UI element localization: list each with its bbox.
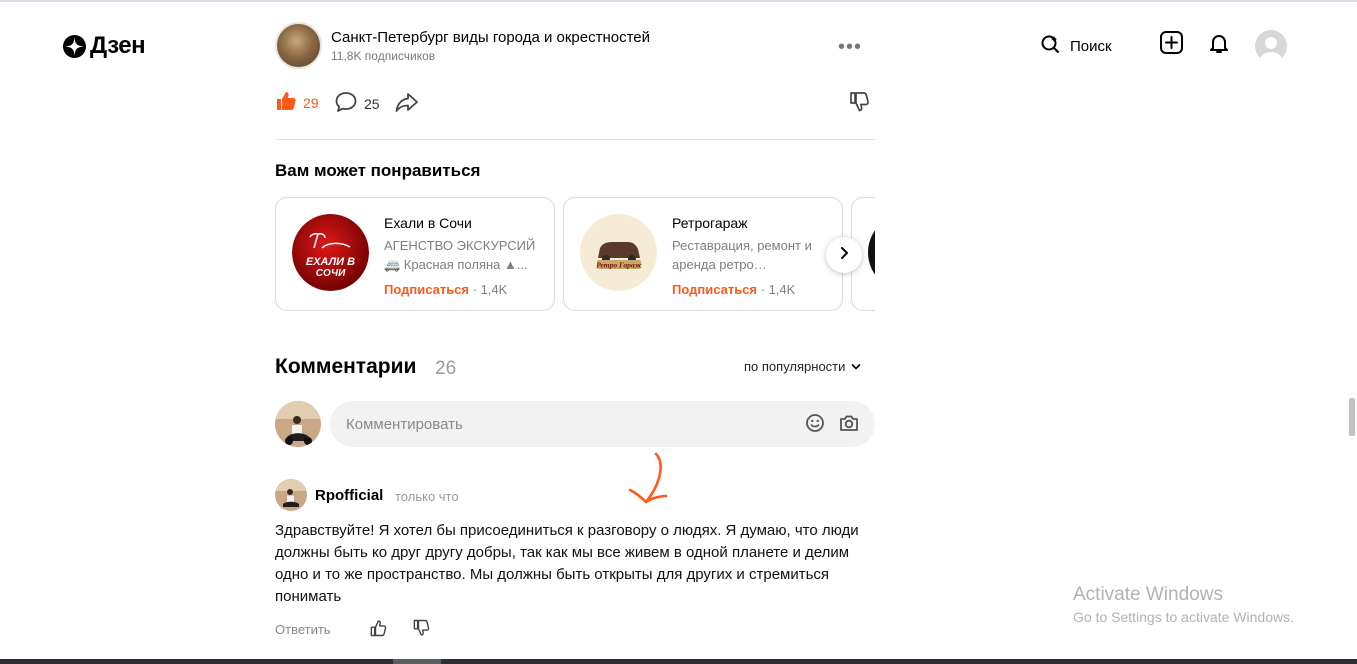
- bell-icon: [1207, 31, 1231, 60]
- create-post-button[interactable]: [1158, 30, 1184, 60]
- like-button[interactable]: 29: [275, 90, 319, 115]
- share-arrow-icon: [394, 90, 420, 117]
- recommendations-carousel: ЕХАЛИ В СОЧИ Ехали в Сочи АГЕНСТВО ЭКСКУ…: [275, 197, 875, 312]
- description-line: 🚐 Красная поляна ▲...: [384, 257, 528, 272]
- thumbs-up-filled-icon: [275, 90, 297, 115]
- avatar-logo-text-2: СОЧИ: [316, 268, 346, 279]
- comment-count: 25: [364, 95, 380, 112]
- comments-count: 26: [435, 358, 457, 379]
- description-line: АГЕНСТВО ЭКСКУРСИЙ: [384, 238, 536, 253]
- more-options-button[interactable]: •••: [838, 36, 862, 59]
- activate-windows-title: Activate Windows: [1073, 584, 1223, 605]
- avatar-logo-text-1: ЕХАЛИ В: [306, 256, 355, 268]
- comment-author-avatar[interactable]: [275, 479, 307, 511]
- carousel-next-button[interactable]: [826, 237, 862, 273]
- sort-dropdown[interactable]: по популярности: [744, 359, 861, 374]
- channel-card-avatar: [868, 214, 875, 291]
- dzen-logo-icon: [63, 34, 86, 58]
- description-line: Реставрация, ремонт и: [672, 238, 812, 253]
- comment-like-icon[interactable]: [368, 618, 388, 643]
- camera-icon[interactable]: [838, 412, 860, 439]
- chevron-down-icon: [851, 359, 861, 374]
- taskbar: [0, 659, 1357, 664]
- subscriber-count: · 1,4K: [757, 282, 796, 297]
- dislike-button[interactable]: [847, 90, 871, 117]
- user-silhouette-icon: [1259, 37, 1283, 62]
- activate-windows-subtitle: Go to Settings to activate Windows.: [1073, 609, 1294, 625]
- plus-square-icon: [1159, 30, 1184, 60]
- subscribe-button[interactable]: Подписаться: [672, 282, 757, 297]
- channel-card-description: Реставрация, ремонт и аренда ретро…: [672, 236, 832, 274]
- channel-avatar[interactable]: [275, 22, 322, 69]
- comment-text: Здравствуйте! Я хотел бы присоединиться …: [275, 522, 859, 605]
- channel-card-footer: Подписаться · 1,4K: [384, 282, 507, 297]
- subscriber-count: · 1,4K: [469, 282, 508, 297]
- logo-text: Дзен: [90, 32, 146, 59]
- channel-card-footer: Подписаться · 1,4K: [672, 282, 795, 297]
- search-icon: [1040, 34, 1060, 58]
- channel-card[interactable]: ЕХАЛИ В СОЧИ Ехали в Сочи АГЕНСТВО ЭКСКУ…: [275, 197, 555, 311]
- taskbar-item[interactable]: [393, 659, 441, 664]
- share-button[interactable]: [394, 90, 420, 117]
- channel-subscribers: 11,8K подписчиков: [331, 49, 436, 63]
- recommendations-title: Вам может понравиться: [275, 161, 481, 180]
- sort-label: по популярности: [744, 359, 846, 374]
- thumbs-down-icon: [847, 90, 871, 117]
- search-label: Поиск: [1070, 37, 1112, 55]
- comment-dislike-icon[interactable]: [411, 618, 431, 643]
- channel-name[interactable]: Санкт-Петербург виды города и окрестност…: [331, 29, 650, 46]
- current-user-avatar: [275, 401, 321, 447]
- channel-card[interactable]: Ретро Гараж Ретрогараж Реставрация, ремо…: [563, 197, 843, 311]
- channel-card-avatar: ЕХАЛИ В СОЧИ: [292, 214, 369, 291]
- like-count: 29: [303, 94, 319, 111]
- description-line: аренда ретро…: [672, 257, 767, 272]
- comment-time: только что: [395, 489, 459, 504]
- hand-drawn-arrow-icon: [626, 452, 674, 515]
- avatar-logo-text: Ретро Гараж: [596, 261, 641, 270]
- comment-input[interactable]: [330, 401, 875, 447]
- reply-button[interactable]: Ответить: [275, 622, 331, 637]
- comments-button[interactable]: 25: [334, 90, 380, 117]
- comment-bubble-icon: [334, 90, 358, 117]
- channel-card-name: Ретрогараж: [672, 215, 748, 231]
- article-actions: 29 25: [275, 90, 875, 116]
- browser-top-line: [0, 0, 1357, 2]
- dzen-logo[interactable]: Дзен: [63, 32, 146, 60]
- notifications-button[interactable]: [1206, 32, 1232, 58]
- comment-author[interactable]: Rpofficial: [315, 487, 383, 504]
- search-button[interactable]: Поиск: [1040, 34, 1112, 58]
- user-avatar[interactable]: [1255, 30, 1287, 62]
- channel-card-description: АГЕНСТВО ЭКСКУРСИЙ 🚐 Красная поляна ▲...: [384, 236, 544, 274]
- channel-card-name: Ехали в Сочи: [384, 215, 472, 231]
- subscribe-button[interactable]: Подписаться: [384, 282, 469, 297]
- page-scrollbar[interactable]: [1349, 398, 1355, 436]
- channel-card-avatar: Ретро Гараж: [580, 214, 657, 291]
- chevron-right-icon: [837, 246, 851, 265]
- comments-title: Комментарии: [275, 355, 417, 378]
- emoji-icon[interactable]: [804, 412, 826, 439]
- divider: [275, 139, 875, 140]
